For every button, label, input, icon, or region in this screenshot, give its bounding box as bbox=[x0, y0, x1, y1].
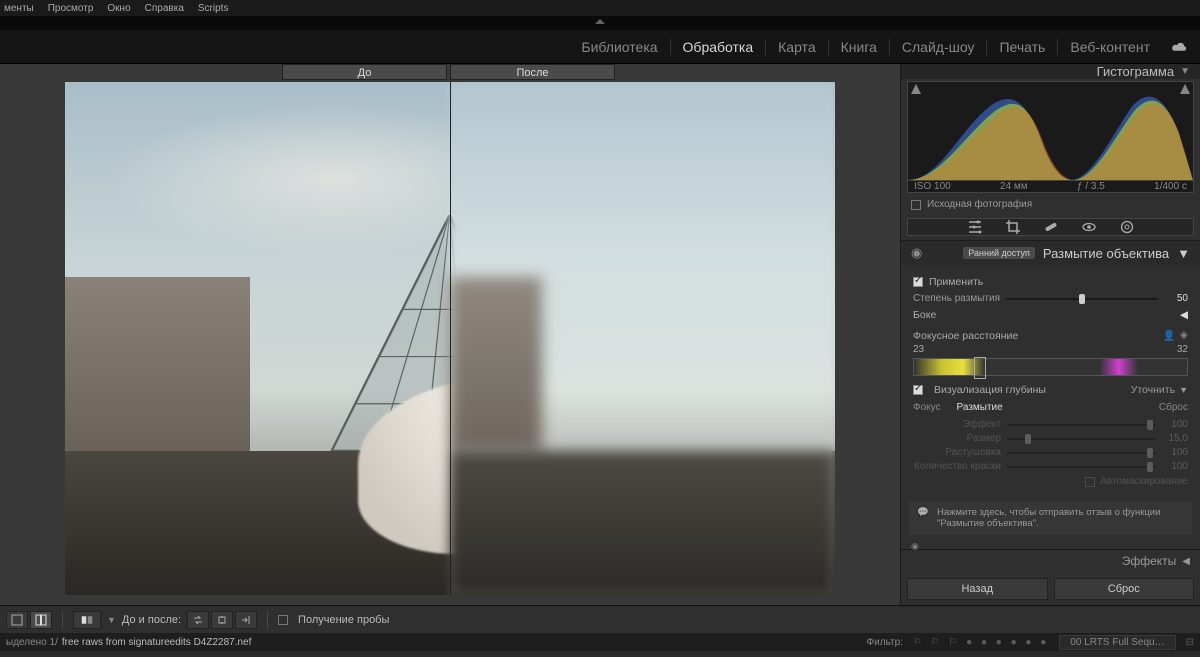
apply-checkbox[interactable]: Применить bbox=[913, 276, 1188, 288]
exif-iso: ISO 100 bbox=[914, 181, 951, 192]
panel-switch-icon[interactable]: ◉ bbox=[911, 541, 919, 552]
chevron-down-icon: ▼ bbox=[1177, 246, 1190, 261]
radial-icon[interactable] bbox=[1119, 219, 1135, 235]
chevron-down-icon: ▼ bbox=[1180, 66, 1190, 77]
shadow-clip-icon[interactable] bbox=[910, 84, 922, 94]
current-filename: free raws from signatureedits D4Z2287.ne… bbox=[62, 637, 252, 648]
speech-bubble-icon: 💬 bbox=[917, 507, 931, 529]
depth-marker[interactable] bbox=[974, 357, 986, 379]
menu-item[interactable]: Справка bbox=[145, 3, 184, 14]
module-library[interactable]: Библиотека bbox=[569, 39, 669, 55]
focal-distance-label: Фокусное расстояние bbox=[913, 330, 1018, 342]
before-label: До bbox=[282, 64, 447, 80]
before-after-layout-button[interactable] bbox=[73, 611, 101, 629]
effects-panel-header[interactable]: Эффекты ◀ bbox=[901, 549, 1200, 572]
module-print[interactable]: Печать bbox=[986, 39, 1057, 55]
selection-count: ыделено 1/ bbox=[6, 637, 58, 648]
top-strip bbox=[0, 16, 1200, 30]
size-slider[interactable]: Размер 15,0 bbox=[913, 433, 1188, 444]
reset-small[interactable]: Сброс bbox=[1159, 402, 1188, 413]
chevron-left-icon: ◀ bbox=[1182, 556, 1190, 567]
depth-range-bar[interactable] bbox=[913, 358, 1188, 376]
status-bar: ыделено 1/ free raws from signatureedits… bbox=[0, 633, 1200, 651]
loupe-view-button[interactable] bbox=[6, 611, 28, 629]
depth-vis-label: Визуализация глубины bbox=[934, 384, 1046, 396]
bokeh-row[interactable]: Боке ◀ bbox=[913, 309, 1188, 321]
back-button[interactable]: Назад bbox=[907, 578, 1048, 600]
automask-check[interactable]: Автомаскирование bbox=[913, 476, 1188, 487]
lens-blur-panel: Применить Степень размытия 50 Боке ◀ Фок… bbox=[901, 265, 1200, 493]
checkbox-icon[interactable] bbox=[1085, 477, 1095, 487]
expand-top-icon[interactable] bbox=[595, 19, 605, 24]
local-tools-strip bbox=[907, 218, 1194, 236]
module-book[interactable]: Книга bbox=[828, 39, 889, 55]
histogram[interactable] bbox=[907, 81, 1194, 181]
sliders-icon[interactable] bbox=[967, 219, 983, 235]
blur-amount-slider[interactable]: Степень размытия 50 bbox=[913, 293, 1188, 304]
chevron-left-icon[interactable]: ◀ bbox=[1180, 309, 1188, 321]
checkbox-icon[interactable] bbox=[911, 200, 921, 210]
eye-icon[interactable] bbox=[1081, 219, 1097, 235]
menu-item[interactable]: Просмотр bbox=[48, 3, 94, 14]
highlight-clip-icon[interactable] bbox=[1179, 84, 1191, 94]
point-pick-icon[interactable]: ◈ bbox=[1180, 329, 1188, 342]
module-picker: Библиотека Обработка Карта Книга Слайд-ш… bbox=[0, 30, 1200, 64]
copy-after-button[interactable] bbox=[235, 611, 257, 629]
swap-button[interactable] bbox=[187, 611, 209, 629]
soft-proof-checkbox[interactable] bbox=[278, 615, 288, 625]
soft-proof-label: Получение пробы bbox=[298, 614, 389, 626]
exif-aperture: ƒ / 3.5 bbox=[1077, 181, 1105, 192]
reset-button[interactable]: Сброс bbox=[1054, 578, 1195, 600]
module-map[interactable]: Карта bbox=[765, 39, 827, 55]
feather-slider[interactable]: Растушевка 100 bbox=[913, 447, 1188, 458]
app-menubar[interactable]: менты Просмотр Окно Справка Scripts bbox=[0, 0, 1200, 16]
depth-vis-checkbox[interactable] bbox=[913, 385, 923, 395]
early-access-badge: Ранний доступ bbox=[963, 247, 1035, 259]
image-viewer: До После bbox=[0, 64, 900, 605]
chevron-down-icon[interactable]: ▼ bbox=[107, 615, 116, 625]
subject-pick-icon[interactable]: 👤 bbox=[1163, 329, 1176, 342]
original-photo-check[interactable]: Исходная фотография bbox=[911, 199, 1190, 210]
preset-dropdown[interactable]: 00 LRTS Full Sequ… bbox=[1059, 635, 1175, 650]
develop-toolbar: ▼ До и после: Получение пробы bbox=[0, 605, 1200, 633]
filter-label: Фильтр: bbox=[867, 637, 903, 648]
after-label: После bbox=[450, 64, 615, 80]
effect-slider[interactable]: Эффект 100 bbox=[913, 419, 1188, 430]
crop-icon[interactable] bbox=[1005, 219, 1021, 235]
before-after-view-button[interactable] bbox=[30, 611, 52, 629]
feedback-link[interactable]: 💬 Нажмите здесь, чтобы отправить отзыв о… bbox=[909, 501, 1192, 535]
develop-right-panel: Гистограмма▼ ISO 100 24 мм ƒ / 3.5 1/400… bbox=[900, 64, 1200, 605]
copy-before-button[interactable] bbox=[211, 611, 233, 629]
lens-blur-header[interactable]: ◉ Ранний доступ Размытие объектива ▼ bbox=[901, 240, 1200, 265]
refine-dropdown[interactable]: Уточнить ▼ bbox=[1131, 384, 1188, 396]
checkbox-icon[interactable] bbox=[913, 277, 923, 287]
menu-item[interactable]: Scripts bbox=[198, 3, 229, 14]
focal-min: 23 bbox=[913, 344, 924, 355]
chevron-down-icon: ▼ bbox=[1179, 385, 1188, 395]
histogram-header[interactable]: Гистограмма▼ bbox=[901, 64, 1200, 79]
paint-amount-slider[interactable]: Количество краски 100 bbox=[913, 461, 1188, 472]
before-after-label: До и после: bbox=[122, 614, 181, 626]
photo-canvas[interactable] bbox=[65, 82, 835, 595]
module-develop[interactable]: Обработка bbox=[670, 39, 766, 55]
menu-item[interactable]: Окно bbox=[107, 3, 130, 14]
healing-icon[interactable] bbox=[1043, 219, 1059, 235]
tab-focus[interactable]: Фокус bbox=[913, 402, 941, 413]
tab-blur[interactable]: Размытие bbox=[957, 402, 1003, 413]
module-web[interactable]: Веб-контент bbox=[1057, 39, 1162, 55]
focal-max: 32 bbox=[1177, 344, 1188, 355]
menu-item[interactable]: менты bbox=[4, 3, 34, 14]
exif-shutter: 1/400 с bbox=[1154, 181, 1187, 192]
exif-strip: ISO 100 24 мм ƒ / 3.5 1/400 с bbox=[907, 181, 1194, 193]
filter-lock-icon[interactable]: ⊟ bbox=[1186, 637, 1194, 648]
exif-focal: 24 мм bbox=[1000, 181, 1028, 192]
focus-blur-tabs[interactable]: Фокус Размытие Сброс bbox=[913, 402, 1188, 413]
module-slideshow[interactable]: Слайд-шоу bbox=[889, 39, 987, 55]
cloud-sync-icon[interactable] bbox=[1170, 41, 1188, 53]
panel-toggle-eye-icon[interactable]: ◉ bbox=[911, 245, 922, 261]
filter-flags[interactable]: ⚐ ⚐ ⚐ ● ● ● ● ● ● bbox=[913, 637, 1049, 648]
